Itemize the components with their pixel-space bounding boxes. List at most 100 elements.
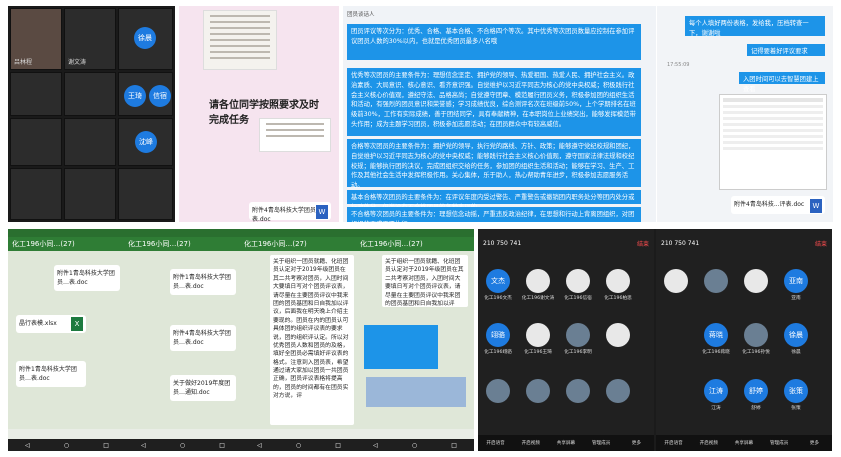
notice-image[interactable] bbox=[364, 325, 438, 369]
avatar: 信宿 bbox=[149, 85, 171, 107]
document-chat-screenshot: 团员谈话人 团员评议等次分为：优秀、合格、基本合格、不合格四个等次。其中优秀等次… bbox=[343, 6, 656, 222]
participant-label: 徐晨 bbox=[791, 350, 801, 355]
avatar: 徐晨 bbox=[134, 27, 156, 49]
recent-icon[interactable]: □ bbox=[103, 442, 109, 449]
home-icon[interactable]: ○ bbox=[64, 442, 69, 449]
message-bubble[interactable]: 关于组织一团员就籍、化班团员认定对于2019年级团员在其二共考察对团员，入团时间… bbox=[270, 255, 354, 425]
more-button[interactable]: 更多 bbox=[622, 440, 650, 446]
notice-image[interactable] bbox=[366, 377, 466, 407]
recent-icon[interactable]: □ bbox=[451, 442, 457, 449]
recent-icon[interactable]: □ bbox=[335, 442, 341, 449]
home-icon[interactable]: ○ bbox=[180, 442, 185, 449]
participant-name: 谢文涛 bbox=[68, 59, 87, 66]
participant-avatar[interactable]: 文杰 bbox=[486, 269, 510, 293]
message-bubble[interactable]: 合格等次团员的主要条件为：拥护党的领导，执行党的路线、方针、政策；能够遵守党纪校… bbox=[347, 139, 641, 189]
participant-avatar[interactable] bbox=[606, 323, 630, 347]
input-bar[interactable] bbox=[356, 429, 474, 439]
video-tile[interactable]: 谢文涛 bbox=[64, 8, 116, 70]
video-tile[interactable]: 沈峰 bbox=[118, 118, 173, 166]
members-button[interactable]: 管理成员 bbox=[765, 440, 793, 446]
participant-avatar[interactable] bbox=[566, 379, 590, 403]
end-meeting-button[interactable]: 结束 bbox=[637, 239, 649, 248]
input-bar[interactable] bbox=[124, 429, 242, 439]
participant-avatar[interactable] bbox=[566, 323, 590, 347]
input-bar[interactable] bbox=[8, 429, 126, 439]
participant-avatar[interactable] bbox=[566, 269, 590, 293]
video-tile[interactable]: 吕林程 bbox=[10, 8, 62, 70]
video-tile[interactable] bbox=[10, 118, 62, 166]
participant-label: 化工196翊骆 bbox=[484, 350, 512, 355]
participant-avatar[interactable] bbox=[664, 269, 688, 293]
message-bubble[interactable]: 不合格等次团员的主要条件为：理想信念动摇，严重违反政治纪律，在思想和行动上背离团… bbox=[347, 207, 641, 222]
share-button[interactable]: 共享屏幕 bbox=[552, 440, 580, 446]
form-image[interactable] bbox=[259, 118, 331, 152]
file-card[interactable]: 附件1青岛科技大学团员…表.doc bbox=[16, 361, 86, 387]
message-bubble[interactable]: 团员评议等次分为：优秀、合格、基本合格、不合格四个等次。其中优秀等次团员数量应控… bbox=[347, 24, 641, 60]
file-card[interactable]: 附件4青岛科技大学团员...表.doc W bbox=[249, 202, 331, 222]
video-tile[interactable]: 王琦 信宿 bbox=[118, 72, 173, 116]
participant-avatar[interactable]: 舒婷 bbox=[744, 379, 768, 403]
participant-avatar[interactable] bbox=[744, 269, 768, 293]
participant-avatar[interactable]: 徐晨 bbox=[784, 323, 808, 347]
more-button[interactable]: 更多 bbox=[800, 440, 828, 446]
end-meeting-button[interactable]: 结束 bbox=[815, 239, 827, 248]
participant-avatar[interactable] bbox=[526, 269, 550, 293]
video-button[interactable]: 开启视频 bbox=[695, 440, 723, 446]
video-tile[interactable]: 徐晨 bbox=[118, 8, 173, 70]
participant-avatar[interactable]: 亚南 bbox=[784, 269, 808, 293]
back-icon[interactable]: ◁ bbox=[257, 442, 262, 449]
chat-title: 化工196小同…(27) bbox=[8, 237, 126, 251]
file-card[interactable]: 附件4青岛科技...评表.doc W bbox=[731, 196, 825, 214]
message-bubble[interactable]: 入团时间可以去智慧团建上查看 bbox=[739, 72, 825, 93]
video-tile[interactable] bbox=[64, 72, 116, 116]
video-tile[interactable] bbox=[64, 168, 116, 220]
participant-avatar[interactable] bbox=[526, 379, 550, 403]
participant-avatar[interactable] bbox=[744, 323, 768, 347]
file-card[interactable]: 晶行表模.xlsx X bbox=[16, 315, 86, 333]
participant-avatar[interactable] bbox=[486, 379, 510, 403]
video-button[interactable]: 开启视频 bbox=[517, 440, 545, 446]
timestamp: 17:55:09 bbox=[667, 62, 690, 68]
message-bubble[interactable]: 优秀等次团员的主要条件为：理想信念坚定、拥护党的领导、热爱祖国、热爱人民、拥护社… bbox=[347, 68, 641, 136]
video-tile[interactable] bbox=[118, 168, 173, 220]
word-file-icon: W bbox=[810, 199, 822, 213]
home-icon[interactable]: ○ bbox=[296, 442, 301, 449]
file-name: 附件1青岛科技大学团员…表.doc bbox=[173, 274, 231, 290]
message-bubble[interactable]: 关于组织一团员就籍、化班团员认定对于2019年级团员在其二共考察对团员，入团时间… bbox=[382, 255, 468, 307]
back-icon[interactable]: ◁ bbox=[373, 442, 378, 449]
participant-avatar[interactable]: 江涛 bbox=[704, 379, 728, 403]
mic-button[interactable]: 开启语音 bbox=[482, 440, 510, 446]
mic-button[interactable]: 开启语音 bbox=[660, 440, 688, 446]
spreadsheet-image[interactable] bbox=[719, 94, 827, 190]
message-bubble[interactable]: 记得要着好评议要求 bbox=[747, 44, 825, 56]
share-button[interactable]: 共享屏幕 bbox=[730, 440, 758, 446]
participant-avatar[interactable]: 张策 bbox=[784, 379, 808, 403]
participant-avatar[interactable] bbox=[526, 323, 550, 347]
participant-avatar[interactable]: 翊骆 bbox=[486, 323, 510, 347]
back-icon[interactable]: ◁ bbox=[141, 442, 146, 449]
message-bubble[interactable]: 每个人填好两份表格，发给我，压档转查一下，谢谢啦 bbox=[685, 16, 825, 37]
input-bar[interactable] bbox=[240, 429, 358, 439]
meeting-header: 210 750 741 结束 bbox=[656, 237, 832, 250]
file-card[interactable]: 附件1青岛科技大学团员…表.doc bbox=[170, 269, 236, 295]
file-card[interactable]: 附件4青岛科技大学团员…表.doc bbox=[170, 325, 236, 351]
participant-avatar[interactable] bbox=[606, 379, 630, 403]
video-tile[interactable] bbox=[10, 72, 62, 116]
participant-avatar[interactable]: 蒋晓 bbox=[704, 323, 728, 347]
members-button[interactable]: 管理成员 bbox=[587, 440, 615, 446]
file-card[interactable]: 附件1青岛科技大学团员…表.doc bbox=[54, 265, 120, 291]
nav-bar: ◁ ○ □ bbox=[8, 439, 126, 451]
participant-avatar[interactable] bbox=[704, 269, 728, 293]
file-card[interactable]: 关于做好2019年度团员…通知.doc bbox=[170, 375, 236, 401]
back-icon[interactable]: ◁ bbox=[25, 442, 30, 449]
meeting-header: 210 750 741 结束 bbox=[478, 237, 654, 250]
meeting-id: 210 750 741 bbox=[483, 240, 522, 247]
video-tile[interactable] bbox=[64, 118, 116, 166]
message-bubble[interactable]: 基本合格等次团员的主要条件为：在评议年度内受过警告、严重警告或撤销团内职务处分等… bbox=[347, 190, 641, 211]
recent-icon[interactable]: □ bbox=[219, 442, 225, 449]
home-icon[interactable]: ○ bbox=[412, 442, 417, 449]
nav-bar: ◁ ○ □ bbox=[240, 439, 358, 451]
video-tile[interactable] bbox=[10, 168, 62, 220]
participant-avatar[interactable] bbox=[606, 269, 630, 293]
notice-image[interactable] bbox=[203, 10, 277, 70]
